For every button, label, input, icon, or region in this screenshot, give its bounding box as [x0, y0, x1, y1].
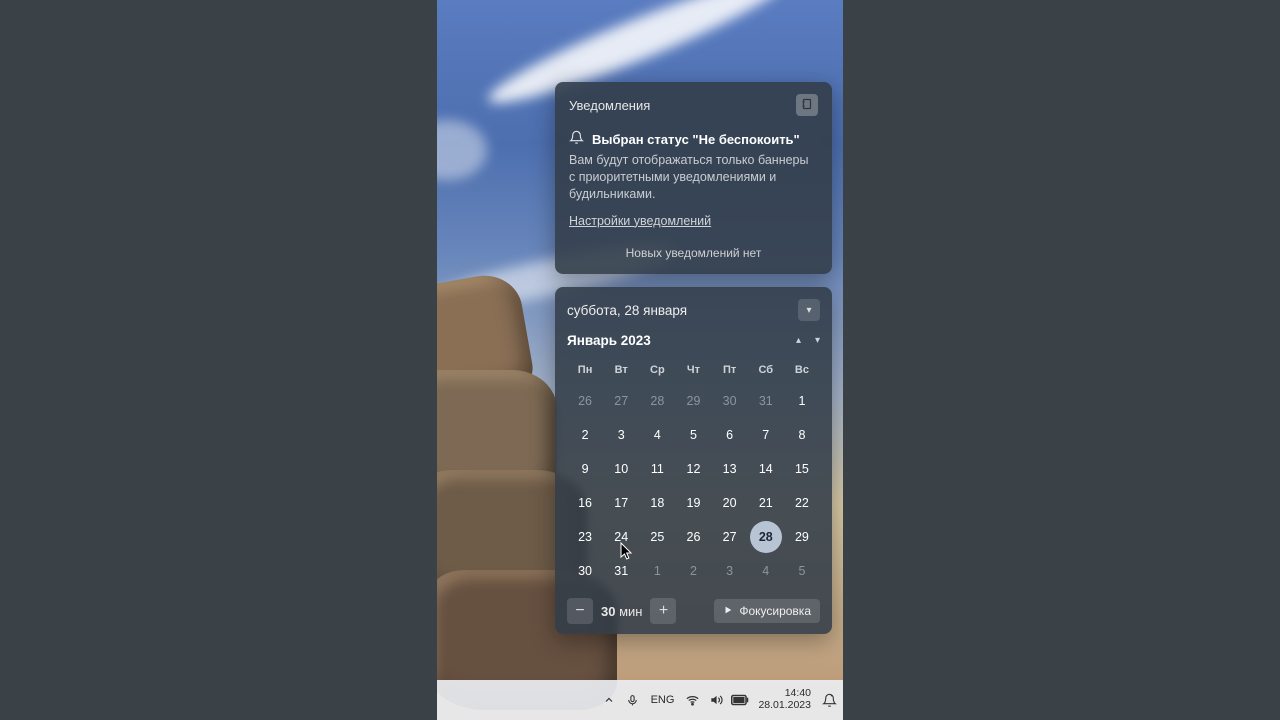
calendar-day[interactable]: 30 [712, 384, 748, 418]
calendar-day[interactable]: 18 [639, 486, 675, 520]
wallpaper-cloud [437, 120, 487, 180]
chevron-down-icon: ▾ [806, 305, 811, 316]
calendar-dow: Вс [784, 358, 820, 384]
calendar-day[interactable]: 15 [784, 452, 820, 486]
calendar-day[interactable]: 12 [675, 452, 711, 486]
notifications-title: Уведомления [569, 98, 650, 113]
volume-button[interactable] [708, 692, 724, 708]
calendar-day[interactable]: 27 [712, 520, 748, 554]
calendar-day[interactable]: 6 [712, 418, 748, 452]
calendar-day[interactable]: 26 [567, 384, 603, 418]
calendar-panel: суббота, 28 января ▾ Январь 2023 ▴ ▾ ПнВ… [555, 287, 832, 634]
chevron-up-icon [603, 694, 615, 706]
calendar-day[interactable]: 1 [784, 384, 820, 418]
dnd-bell-icon [569, 130, 584, 148]
calendar-day[interactable]: 8 [784, 418, 820, 452]
focus-decrease-button[interactable]: − [567, 598, 593, 624]
calendar-today-long[interactable]: суббота, 28 января [567, 303, 687, 318]
taskbar-date: 28.01.2023 [758, 700, 811, 712]
calendar-day[interactable]: 17 [603, 486, 639, 520]
calendar-day[interactable]: 3 [603, 418, 639, 452]
wifi-button[interactable] [684, 692, 700, 708]
triangle-down-icon: ▾ [815, 335, 820, 346]
calendar-dow: Пт [712, 358, 748, 384]
focus-button-label: Фокусировка [739, 604, 811, 618]
calendar-day[interactable]: 2 [675, 554, 711, 588]
calendar-collapse-button[interactable]: ▾ [798, 299, 820, 321]
calendar-day[interactable]: 29 [784, 520, 820, 554]
focus-duration: 30 мин [601, 604, 642, 619]
tray-overflow-button[interactable] [601, 692, 617, 708]
calendar-day[interactable]: 29 [675, 384, 711, 418]
battery-icon [731, 694, 749, 706]
calendar-day[interactable]: 5 [675, 418, 711, 452]
calendar-day[interactable]: 11 [639, 452, 675, 486]
notifications-panel: Уведомления Выбран статус "Не беспокоить… [555, 82, 832, 274]
triangle-up-icon: ▴ [796, 335, 801, 346]
taskbar: ENG 14:40 28.01.2023 [437, 680, 843, 720]
plus-icon: + [659, 602, 668, 620]
calendar-day[interactable]: 22 [784, 486, 820, 520]
notification-center-button[interactable] [821, 692, 837, 708]
calendar-day[interactable]: 21 [748, 486, 784, 520]
calendar-day[interactable]: 10 [603, 452, 639, 486]
calendar-grid: ПнВтСрЧтПтСбВс26272829303112345678910111… [567, 358, 820, 588]
speaker-icon [709, 693, 723, 707]
calendar-day[interactable]: 5 [784, 554, 820, 588]
calendar-dow: Вт [603, 358, 639, 384]
focus-duration-stepper: − 30 мин + [567, 598, 676, 624]
focus-duration-unit: мин [619, 604, 642, 619]
microphone-button[interactable] [625, 692, 641, 708]
notifications-settings-button[interactable] [796, 94, 818, 116]
calendar-day[interactable]: 4 [639, 418, 675, 452]
calendar-day[interactable]: 26 [675, 520, 711, 554]
calendar-dow: Сб [748, 358, 784, 384]
calendar-day[interactable]: 1 [639, 554, 675, 588]
calendar-day[interactable]: 3 [712, 554, 748, 588]
calendar-day[interactable]: 23 [567, 520, 603, 554]
calendar-day[interactable]: 31 [748, 384, 784, 418]
minus-icon: − [575, 602, 584, 620]
calendar-day[interactable]: 2 [567, 418, 603, 452]
focus-start-button[interactable]: Фокусировка [714, 599, 820, 623]
language-indicator[interactable]: ENG [649, 694, 677, 706]
play-icon [723, 604, 733, 618]
notification-settings-link[interactable]: Настройки уведомлений [569, 214, 711, 228]
calendar-next-month[interactable]: ▾ [815, 335, 820, 346]
calendar-prev-month[interactable]: ▴ [796, 335, 801, 346]
calendar-day[interactable]: 7 [748, 418, 784, 452]
calendar-day[interactable]: 14 [748, 452, 784, 486]
calendar-day-today[interactable]: 28 [750, 521, 782, 553]
calendar-day[interactable]: 24 [603, 520, 639, 554]
calendar-day[interactable]: 28 [639, 384, 675, 418]
wifi-icon [685, 693, 700, 708]
sliders-icon [801, 98, 813, 113]
calendar-day[interactable]: 25 [639, 520, 675, 554]
calendar-day[interactable]: 19 [675, 486, 711, 520]
calendar-dow: Чт [675, 358, 711, 384]
calendar-day[interactable]: 31 [603, 554, 639, 588]
focus-increase-button[interactable]: + [650, 598, 676, 624]
calendar-month-label[interactable]: Январь 2023 [567, 333, 651, 348]
bell-dnd-icon [822, 693, 837, 708]
calendar-dow: Ср [639, 358, 675, 384]
calendar-day[interactable]: 27 [603, 384, 639, 418]
taskbar-clock[interactable]: 14:40 28.01.2023 [756, 688, 813, 711]
desktop-viewport: Уведомления Выбран статус "Не беспокоить… [437, 0, 843, 720]
calendar-day[interactable]: 4 [748, 554, 784, 588]
calendar-day[interactable]: 16 [567, 486, 603, 520]
focus-duration-value: 30 [601, 604, 615, 619]
dnd-status-body: Вам будут отображаться только баннеры с … [569, 152, 818, 203]
calendar-dow: Пн [567, 358, 603, 384]
calendar-day[interactable]: 30 [567, 554, 603, 588]
calendar-day[interactable]: 13 [712, 452, 748, 486]
calendar-day[interactable]: 9 [567, 452, 603, 486]
battery-button[interactable] [732, 692, 748, 708]
dnd-status-title: Выбран статус "Не беспокоить" [592, 132, 800, 147]
microphone-icon [626, 694, 639, 707]
no-new-notifications: Новых уведомлений нет [569, 246, 818, 264]
calendar-day[interactable]: 20 [712, 486, 748, 520]
